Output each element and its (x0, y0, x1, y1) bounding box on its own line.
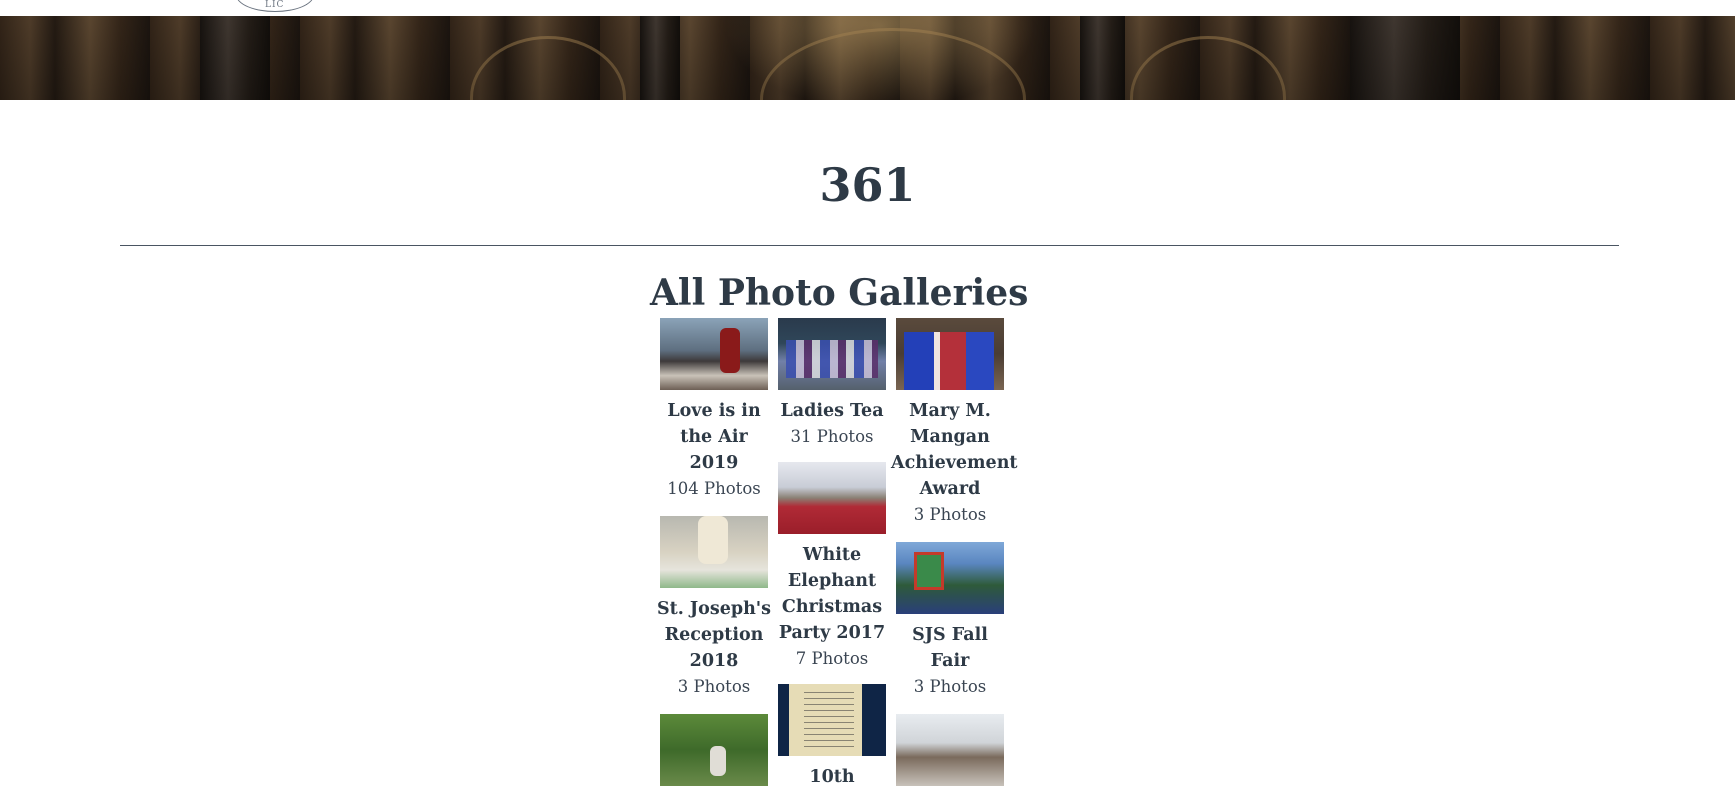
gallery-title-link[interactable]: White Elephant Christmas Party 2017 (773, 542, 891, 646)
gallery-title-link[interactable]: St. Joseph's Reception 2018 (655, 596, 773, 674)
gallery-card[interactable] (655, 714, 773, 786)
gallery-column-3: Mary M. Mangan Achievement Award 3 Photo… (891, 318, 1018, 796)
gallery-card[interactable]: Love is in the Air 2019 104 Photos (655, 318, 773, 502)
page-title: 361 (819, 158, 916, 212)
gallery-thumbnail[interactable] (896, 542, 1004, 614)
photo-count: 3 Photos (677, 677, 751, 696)
gallery-title-link[interactable]: Love is in the Air 2019 (655, 398, 773, 476)
logo-text: LIC (265, 0, 285, 10)
gallery-thumbnail[interactable] (896, 714, 1004, 786)
gallery-title-link[interactable]: 10th (773, 764, 891, 790)
photo-count: 7 Photos (795, 649, 869, 668)
gallery-thumbnail[interactable] (896, 318, 1004, 390)
gallery-card[interactable]: Ladies Tea 31 Photos (773, 318, 891, 450)
gallery-thumbnail[interactable] (660, 318, 768, 390)
gallery-title-link[interactable]: Ladies Tea (773, 398, 891, 424)
gallery-thumbnail[interactable] (778, 318, 886, 390)
photo-count: 104 Photos (667, 479, 761, 498)
photo-count: 3 Photos (913, 677, 987, 696)
gallery-thumbnail[interactable] (778, 684, 886, 756)
gallery-thumbnail[interactable] (778, 462, 886, 534)
gallery-card[interactable] (891, 714, 1009, 786)
gallery-thumbnail[interactable] (660, 516, 768, 588)
gallery-column-2: Ladies Tea 31 Photos White Elephant Chri… (773, 318, 891, 800)
top-bar: LIC (0, 0, 1735, 16)
gallery-column-1: Love is in the Air 2019 104 Photos St. J… (655, 318, 773, 796)
divider (120, 245, 1619, 246)
gallery-card[interactable]: Mary M. Mangan Achievement Award 3 Photo… (891, 318, 1018, 528)
gallery-card[interactable]: St. Joseph's Reception 2018 3 Photos (655, 516, 773, 700)
gallery-card[interactable]: 10th (773, 684, 891, 790)
gallery-heading: All Photo Galleries (650, 272, 1029, 314)
site-logo[interactable]: LIC (236, 0, 314, 12)
gallery-thumbnail[interactable] (660, 714, 768, 786)
photo-count: 3 Photos (913, 505, 987, 524)
gallery-card[interactable]: White Elephant Christmas Party 2017 7 Ph… (773, 462, 891, 672)
gallery-title-link[interactable]: Mary M. Mangan Achievement Award (891, 398, 1018, 502)
photo-count: 31 Photos (790, 427, 874, 446)
cathedral-banner-image (0, 16, 1735, 100)
gallery-card[interactable]: SJS Fall Fair 3 Photos (891, 542, 1009, 700)
gallery-title-link[interactable]: SJS Fall Fair (891, 622, 1009, 674)
